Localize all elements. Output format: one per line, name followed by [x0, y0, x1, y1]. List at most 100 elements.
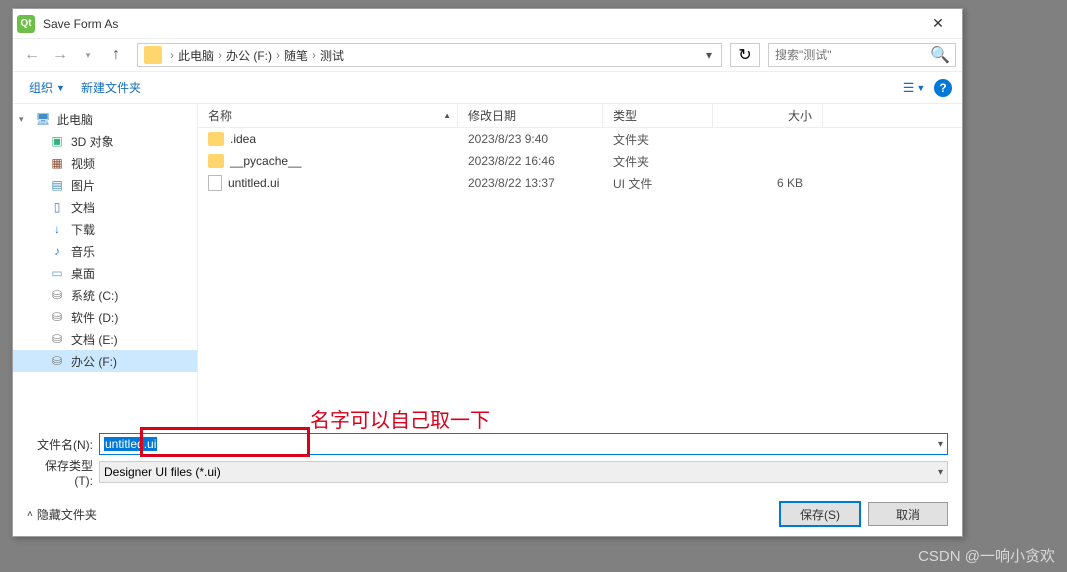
- search-box[interactable]: 🔍: [768, 43, 956, 67]
- file-list-pane: 名称▲ 修改日期 类型 大小 .idea2023/8/23 9:40文件夹__p…: [198, 104, 962, 430]
- column-type[interactable]: 类型: [603, 104, 713, 127]
- expander-icon[interactable]: ▾: [19, 114, 29, 125]
- save-button[interactable]: 保存(S): [780, 502, 860, 526]
- folder-icon: [208, 132, 224, 146]
- tree-item-label: 此电脑: [57, 111, 93, 128]
- down-icon: ↓: [49, 221, 65, 237]
- drive-icon: ⛁: [49, 331, 65, 347]
- breadcrumb-segment[interactable]: 此电脑: [178, 47, 214, 64]
- chevron-right-icon: ›: [312, 48, 316, 62]
- tree-item[interactable]: ↓ 下载: [13, 218, 197, 240]
- new-folder-button[interactable]: 新建文件夹: [75, 75, 147, 100]
- caret-down-icon: ▼: [56, 83, 65, 93]
- file-name: __pycache__: [230, 154, 301, 168]
- filename-dropdown[interactable]: ▾: [938, 439, 943, 450]
- forward-button[interactable]: →: [47, 42, 73, 68]
- tree-item[interactable]: ⛁ 系统 (C:): [13, 284, 197, 306]
- pic-icon: ▤: [49, 177, 65, 193]
- folder-icon: [208, 154, 224, 168]
- search-icon[interactable]: 🔍: [930, 45, 950, 65]
- tree-item-label: 文档: [71, 199, 95, 216]
- help-button[interactable]: ?: [934, 79, 952, 97]
- drive-icon: ⛁: [49, 287, 65, 303]
- hide-folders-button[interactable]: ˄隐藏文件夹: [27, 506, 97, 523]
- file-row[interactable]: .idea 2023/8/23 9:40文件夹: [198, 128, 962, 150]
- nav-bar: ← → ▾ ↑ › 此电脑 › 办公 (F:) › 随笔 › 测试 ▾ ↻ 🔍: [13, 39, 962, 72]
- search-input[interactable]: [775, 48, 930, 62]
- tree-item-label: 下载: [71, 221, 95, 238]
- chevron-right-icon: ›: [276, 48, 280, 62]
- window-title: Save Form As: [43, 17, 918, 31]
- qt-icon: Qt: [17, 15, 35, 33]
- tree-item-label: 系统 (C:): [71, 287, 118, 304]
- filename-input[interactable]: untitled.ui ▾: [99, 433, 948, 455]
- filename-label: 文件名(N):: [27, 436, 93, 453]
- tree-item[interactable]: ▦ 视频: [13, 152, 197, 174]
- tree-item-label: 软件 (D:): [71, 309, 118, 326]
- file-type: 文件夹: [603, 153, 713, 170]
- watermark: CSDN @一响小贪欢: [918, 545, 1055, 566]
- back-button[interactable]: ←: [19, 42, 45, 68]
- breadcrumb-segment[interactable]: 随笔: [284, 47, 308, 64]
- recent-button[interactable]: ▾: [75, 42, 101, 68]
- view-options-button[interactable]: ☰▼: [898, 76, 930, 100]
- music-icon: ♪: [49, 243, 65, 259]
- drive-icon: ⛁: [49, 309, 65, 325]
- tree-item[interactable]: ⛁ 软件 (D:): [13, 306, 197, 328]
- save-dialog: Qt Save Form As ✕ ← → ▾ ↑ › 此电脑 › 办公 (F:…: [12, 8, 963, 537]
- nav-tree[interactable]: ▾ 🖥 此电脑 ▣ 3D 对象 ▦ 视频 ▤ 图片 ▯ 文档 ↓ 下载 ♪ 音乐 ▭ 桌面 ⛁ 系统 (C:) ⛁ 软件…: [13, 104, 198, 430]
- doc-icon: ▯: [49, 199, 65, 215]
- tree-item[interactable]: ⛁办公 (F:): [13, 350, 197, 372]
- filetype-select[interactable]: Designer UI files (*.ui) ▾: [99, 461, 948, 483]
- file-name: .idea: [230, 132, 256, 146]
- cancel-button[interactable]: 取消: [868, 502, 948, 526]
- tree-item-label: 3D 对象: [71, 133, 114, 150]
- tree-item-label: 音乐: [71, 243, 95, 260]
- tree-item[interactable]: ▯ 文档: [13, 196, 197, 218]
- file-date: 2023/8/22 13:37: [458, 176, 603, 190]
- tree-item[interactable]: ▣ 3D 对象: [13, 130, 197, 152]
- form-area: 文件名(N): untitled.ui ▾ 保存类型(T): Designer …: [13, 430, 962, 492]
- drive-icon: ⛁: [49, 353, 65, 369]
- up-button[interactable]: ↑: [103, 42, 129, 68]
- file-type: 文件夹: [603, 131, 713, 148]
- tree-item-label: 桌面: [71, 265, 95, 282]
- column-name[interactable]: 名称▲: [198, 104, 458, 127]
- file-size: 6 KB: [713, 176, 823, 190]
- file-name: untitled.ui: [228, 176, 279, 190]
- filename-value[interactable]: untitled.ui: [104, 437, 157, 451]
- tree-item-label: 视频: [71, 155, 95, 172]
- organize-button[interactable]: 组织▼: [23, 75, 71, 100]
- tree-item[interactable]: ▾ 🖥 此电脑: [13, 108, 197, 130]
- file-rows[interactable]: .idea 2023/8/23 9:40文件夹 __pycache__ 2023/8/…: [198, 128, 962, 430]
- file-row[interactable]: __pycache__ 2023/8/22 16:46文件夹: [198, 150, 962, 172]
- video-icon: ▦: [49, 155, 65, 171]
- column-headers[interactable]: 名称▲ 修改日期 类型 大小: [198, 104, 962, 128]
- folder-icon: [144, 46, 162, 64]
- file-date: 2023/8/22 16:46: [458, 154, 603, 168]
- file-row[interactable]: untitled.ui 2023/8/22 13:37UI 文件6 KB: [198, 172, 962, 194]
- pc-icon: 🖥: [35, 111, 51, 127]
- file-icon: [208, 175, 222, 191]
- filetype-dropdown[interactable]: ▾: [938, 467, 943, 478]
- file-type: UI 文件: [603, 175, 713, 192]
- close-button[interactable]: ✕: [918, 10, 958, 38]
- tree-item[interactable]: ♪ 音乐: [13, 240, 197, 262]
- file-date: 2023/8/23 9:40: [458, 132, 603, 146]
- filetype-value: Designer UI files (*.ui): [104, 465, 221, 479]
- tree-item[interactable]: ⛁文档 (E:): [13, 328, 197, 350]
- tree-item[interactable]: ▭ 桌面: [13, 262, 197, 284]
- column-size[interactable]: 大小: [713, 104, 823, 127]
- tree-item-label: 图片: [71, 177, 95, 194]
- breadcrumb-segment[interactable]: 办公 (F:): [226, 47, 272, 64]
- chevron-right-icon: ›: [218, 48, 222, 62]
- tree-item[interactable]: ▤ 图片: [13, 174, 197, 196]
- breadcrumb-segment[interactable]: 测试: [320, 47, 344, 64]
- breadcrumb-dropdown[interactable]: ▾: [699, 48, 719, 62]
- breadcrumb[interactable]: › 此电脑 › 办公 (F:) › 随笔 › 测试 ▾: [137, 43, 722, 67]
- column-date[interactable]: 修改日期: [458, 104, 603, 127]
- desk-icon: ▭: [49, 265, 65, 281]
- refresh-button[interactable]: ↻: [730, 43, 760, 67]
- dialog-footer: ˄隐藏文件夹 保存(S) 取消: [13, 492, 962, 536]
- 3d-icon: ▣: [49, 133, 65, 149]
